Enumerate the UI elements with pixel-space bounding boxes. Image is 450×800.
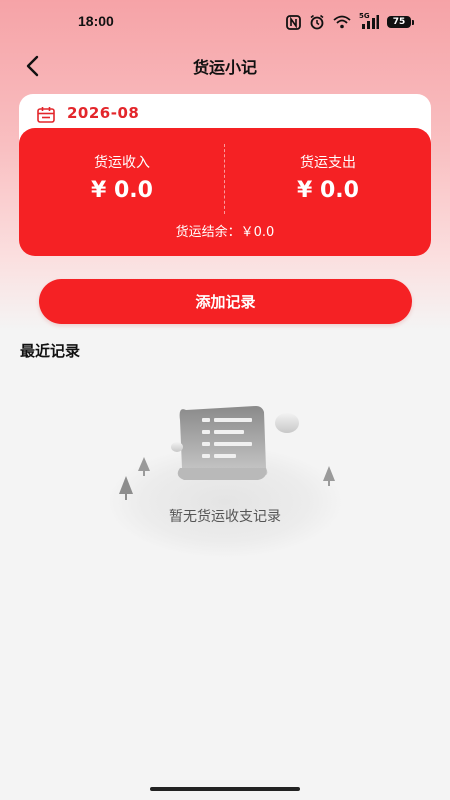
battery-indicator: 75 [387, 16, 414, 28]
recent-records-title: 最近记录 [20, 342, 81, 360]
signal-5g: 5G [359, 12, 379, 29]
totals-panel: 货运收入 ¥ 0.0 货运支出 ¥ 0.0 货运结余：￥0.0 [19, 128, 431, 256]
summary-card: 2026-08 货运收入 ¥ 0.0 货运支出 ¥ 0.0 货运结余：￥0.0 [19, 94, 431, 256]
alarm-icon [310, 14, 324, 30]
add-record-button[interactable]: 添加记录 [39, 279, 412, 324]
status-icons: 5G 75 [286, 12, 414, 32]
status-time: 18:00 [78, 13, 114, 29]
page-title: 货运小记 [192, 58, 257, 77]
expense-value: ¥ 0.0 [297, 178, 359, 203]
expense-summary: 货运支出 ¥ 0.0 [225, 152, 431, 203]
expense-label: 货运支出 [300, 155, 356, 171]
battery-cap-icon [412, 19, 414, 25]
document-scroll-icon [107, 406, 343, 558]
income-value: ¥ 0.0 [91, 178, 153, 203]
balance-text: 货运结余：￥0.0 [175, 225, 275, 240]
battery-level: 75 [387, 16, 411, 28]
empty-state-message: 暂无货运收支记录 [169, 509, 281, 525]
income-label: 货运收入 [94, 155, 150, 171]
selected-month: 2026-08 [67, 104, 140, 122]
signal-icon [362, 15, 379, 29]
nav-bar: 货运小记 [0, 44, 450, 88]
nfc-icon [286, 14, 301, 30]
wifi-icon [333, 15, 351, 29]
calendar-icon [37, 107, 55, 123]
home-indicator[interactable] [150, 787, 300, 791]
status-bar: 18:00 5G 75 [0, 0, 450, 44]
empty-state-illustration [100, 390, 350, 560]
income-summary: 货运收入 ¥ 0.0 [19, 152, 225, 203]
